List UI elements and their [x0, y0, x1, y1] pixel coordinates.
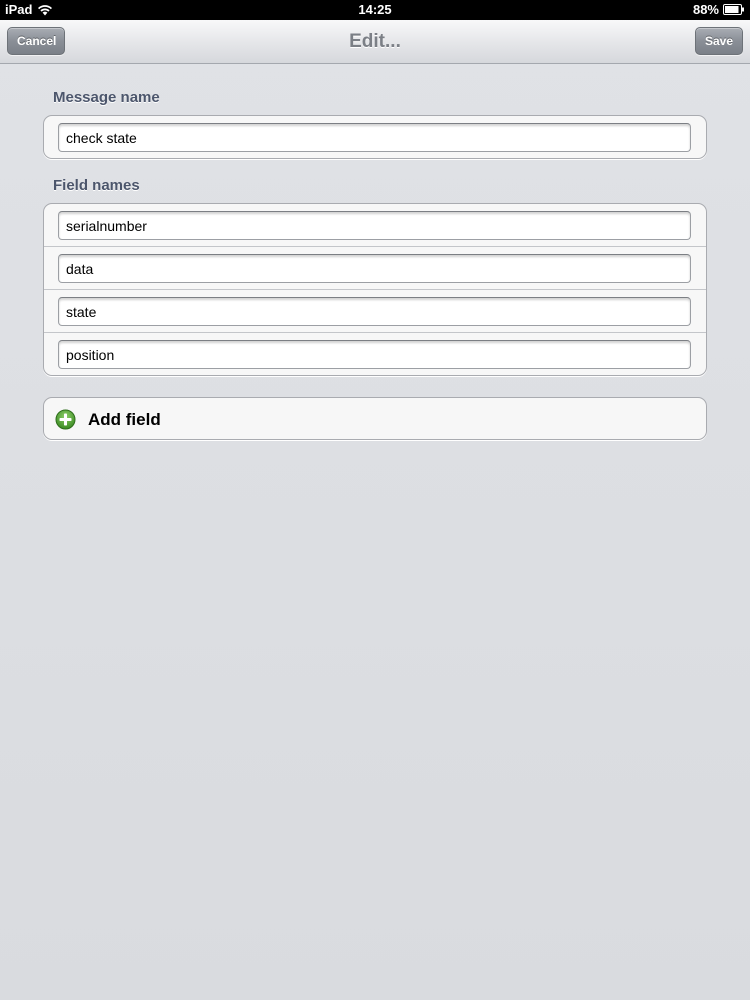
- battery-percent: 88%: [692, 2, 719, 17]
- field-row: [44, 290, 706, 333]
- field-name-input-data[interactable]: [58, 254, 691, 283]
- field-row: [44, 333, 706, 375]
- field-row: [44, 204, 706, 247]
- field-name-input-state[interactable]: [58, 297, 691, 326]
- message-name-header: Message name: [53, 89, 160, 106]
- field-row: [44, 247, 706, 290]
- message-name-group: [43, 115, 707, 159]
- page-title: Edit...: [349, 31, 401, 52]
- status-bar: iPad 14:25 88%: [0, 0, 750, 20]
- add-field-button[interactable]: Add field: [43, 397, 707, 440]
- field-names-header: Field names: [53, 177, 140, 194]
- field-names-group: [43, 203, 707, 376]
- field-name-input-position[interactable]: [58, 340, 691, 369]
- battery-icon: [723, 4, 744, 15]
- field-name-input-serialnumber[interactable]: [58, 211, 691, 240]
- plus-circle-icon: [55, 409, 76, 430]
- add-field-label: Add field: [88, 410, 161, 429]
- message-name-input[interactable]: [58, 123, 691, 152]
- navigation-bar: Cancel Edit... Save: [0, 20, 750, 64]
- message-name-row: [44, 116, 706, 158]
- save-button[interactable]: Save: [695, 27, 743, 55]
- status-time: 14:25: [358, 2, 392, 17]
